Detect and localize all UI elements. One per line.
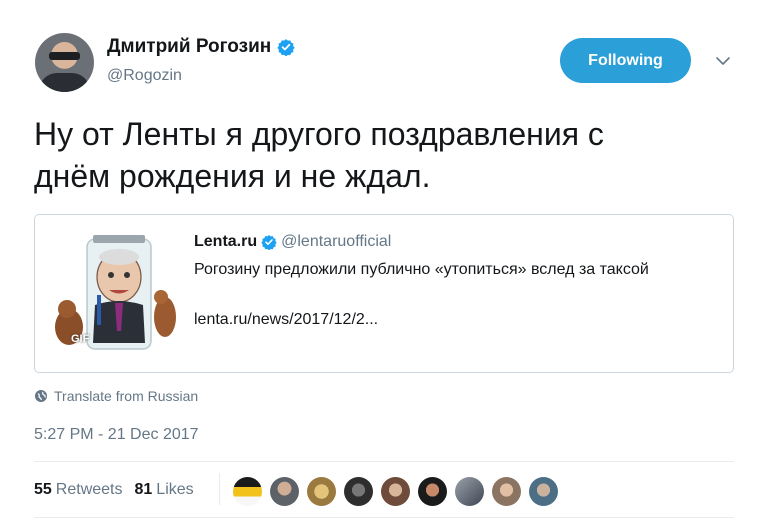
- quoted-tweet-card[interactable]: GIF Lenta.ru @lentaruofficial Рогозину п…: [34, 214, 734, 373]
- tweet-text-line-2: днём рождения и не ждал.: [34, 158, 431, 194]
- quoted-media-thumbnail[interactable]: [49, 235, 179, 353]
- liker-avatar[interactable]: [233, 477, 262, 506]
- avatar-glasses: [49, 52, 80, 60]
- verified-badge-icon: [261, 235, 277, 250]
- tweet-stats: 55 Retweets 81 Likes: [34, 481, 194, 499]
- quoted-author-name[interactable]: Lenta.ru: [194, 233, 257, 251]
- stats-separator: [219, 473, 220, 505]
- author-name[interactable]: Дмитрий Рогозин: [107, 36, 271, 58]
- liker-avatar[interactable]: [492, 477, 521, 506]
- divider-top: [34, 461, 734, 462]
- likes-count[interactable]: 81: [135, 481, 153, 499]
- tweet-timestamp[interactable]: 5:27 PM - 21 Dec 2017: [34, 426, 199, 444]
- following-button[interactable]: Following: [560, 38, 691, 83]
- tweet-text-line-1: Ну от Ленты я другого поздравления с: [34, 116, 604, 152]
- liker-avatar[interactable]: [418, 477, 447, 506]
- divider-bottom: [34, 517, 734, 518]
- globe-icon: [35, 390, 47, 402]
- chevron-down-icon[interactable]: [714, 52, 732, 70]
- gif-badge: GIF: [71, 333, 90, 345]
- liker-avatar[interactable]: [344, 477, 373, 506]
- likes-label[interactable]: Likes: [156, 481, 193, 499]
- translate-label[interactable]: Translate from Russian: [54, 388, 198, 404]
- author-avatar[interactable]: [35, 33, 94, 92]
- translate-link[interactable]: Translate from Russian: [34, 388, 198, 404]
- quoted-author-handle[interactable]: @lentaruofficial: [281, 233, 391, 251]
- likers-avatars: [233, 477, 566, 506]
- liker-avatar[interactable]: [270, 477, 299, 506]
- avatar-suit: [39, 73, 90, 92]
- liker-avatar[interactable]: [381, 477, 410, 506]
- liker-avatar[interactable]: [455, 477, 484, 506]
- author-handle[interactable]: @Rogozin: [107, 67, 182, 85]
- retweets-count[interactable]: 55: [34, 481, 52, 499]
- author-name-row[interactable]: Дмитрий Рогозин: [107, 36, 295, 58]
- liker-avatar[interactable]: [307, 477, 336, 506]
- verified-badge-icon: [277, 39, 295, 56]
- quoted-author-row[interactable]: Lenta.ru @lentaruofficial: [194, 233, 391, 251]
- tweet-text: Ну от Ленты я другого поздравления с днё…: [34, 113, 724, 197]
- retweets-label[interactable]: Retweets: [56, 481, 123, 499]
- quoted-tweet-link[interactable]: lenta.ru/news/2017/12/2...: [194, 311, 378, 329]
- liker-avatar[interactable]: [529, 477, 558, 506]
- quoted-tweet-text: Рогозину предложили публично «утопиться»…: [194, 261, 649, 278]
